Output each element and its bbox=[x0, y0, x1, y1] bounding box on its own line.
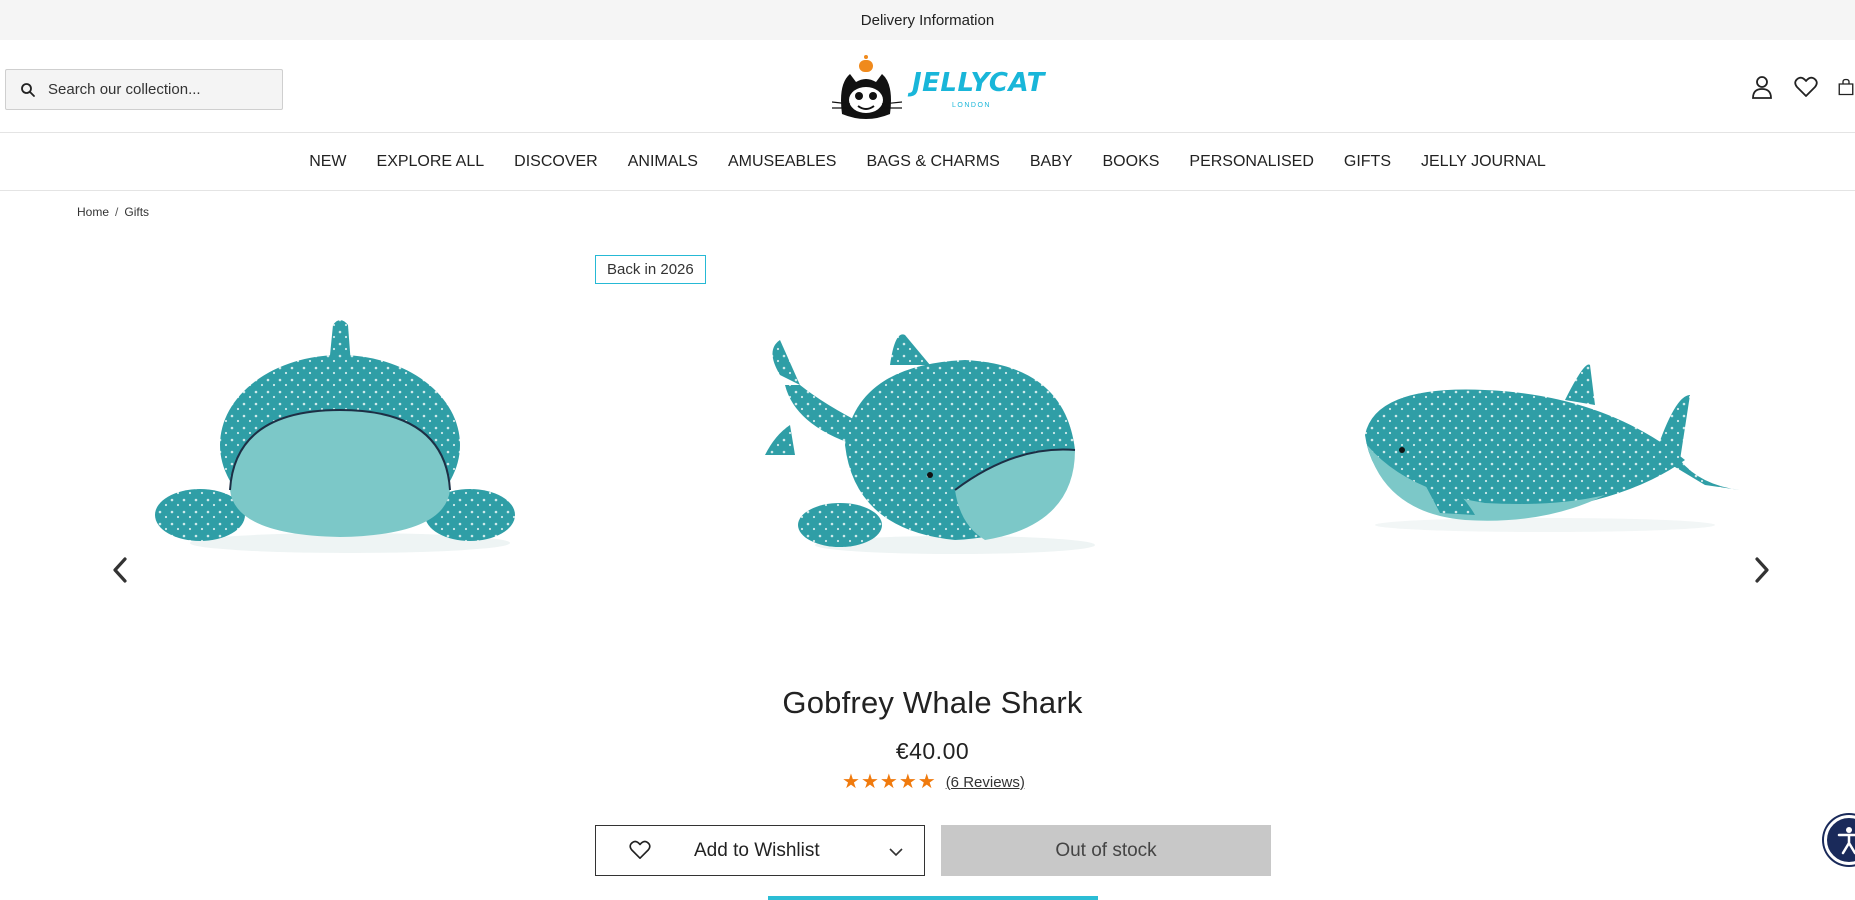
site-header: JELLYCAT LONDON bbox=[0, 40, 1855, 133]
product-image-front[interactable] bbox=[145, 245, 555, 585]
search-icon[interactable] bbox=[20, 82, 36, 98]
wishlist-heart-icon[interactable] bbox=[1793, 74, 1819, 100]
accent-bar bbox=[768, 896, 1098, 900]
availability-badge: Back in 2026 bbox=[595, 255, 706, 284]
breadcrumb-separator: / bbox=[115, 205, 119, 219]
nav-item-discover[interactable]: DISCOVER bbox=[499, 153, 613, 171]
nav-item-explore-all[interactable]: EXPLORE ALL bbox=[362, 153, 500, 171]
nav-item-gifts[interactable]: GIFTS bbox=[1329, 153, 1406, 171]
search-input[interactable] bbox=[48, 81, 278, 98]
star-icon: ★ bbox=[879, 771, 898, 793]
heart-icon bbox=[629, 840, 651, 865]
nav-item-amuseables[interactable]: AMUSEABLES bbox=[713, 153, 851, 171]
breadcrumb: Home / Gifts bbox=[77, 205, 149, 219]
rating-stars: ★ ★ ★ ★ ★ bbox=[842, 772, 936, 792]
accessibility-button[interactable] bbox=[1824, 815, 1855, 865]
cat-logo-icon bbox=[832, 55, 903, 119]
product-image-side[interactable] bbox=[1345, 245, 1755, 585]
star-icon: ★ bbox=[860, 771, 879, 793]
product-rating: ★ ★ ★ ★ ★ (6 Reviews) bbox=[842, 772, 1025, 792]
breadcrumb-current[interactable]: Gifts bbox=[124, 205, 149, 219]
logo-wordmark: JELLYCAT bbox=[912, 68, 1045, 98]
out-of-stock-button[interactable]: Out of stock bbox=[941, 825, 1271, 876]
nav-item-personalised[interactable]: PERSONALISED bbox=[1174, 153, 1328, 171]
product-image-angled[interactable] bbox=[745, 245, 1155, 585]
header-actions bbox=[1749, 74, 1855, 100]
star-icon: ★ bbox=[842, 771, 860, 793]
breadcrumb-home[interactable]: Home bbox=[77, 205, 109, 219]
reviews-link[interactable]: (6 Reviews) bbox=[946, 774, 1025, 791]
product-price: €40.00 bbox=[895, 738, 970, 764]
nav-item-new[interactable]: NEW bbox=[294, 153, 361, 171]
delivery-info-bar[interactable]: Delivery Information bbox=[0, 0, 1855, 40]
product-gallery bbox=[0, 245, 1855, 605]
accessibility-icon bbox=[1837, 827, 1855, 855]
nav-item-books[interactable]: BOOKS bbox=[1088, 153, 1175, 171]
main-navigation: NEW EXPLORE ALL DISCOVER ANIMALS AMUSEAB… bbox=[0, 134, 1855, 191]
wishlist-label: Add to Wishlist bbox=[694, 840, 820, 861]
gallery-next-button[interactable] bbox=[1747, 555, 1777, 585]
add-to-wishlist-button[interactable]: Add to Wishlist bbox=[595, 825, 925, 876]
search-box[interactable] bbox=[5, 69, 283, 110]
account-icon[interactable] bbox=[1749, 74, 1775, 100]
gallery-prev-button[interactable] bbox=[105, 555, 135, 585]
nav-item-jelly-journal[interactable]: JELLY JOURNAL bbox=[1406, 153, 1561, 171]
delivery-info-link[interactable]: Delivery Information bbox=[861, 12, 994, 29]
chevron-left-icon bbox=[113, 557, 127, 583]
star-icon: ★ bbox=[898, 771, 917, 793]
logo-subtext: LONDON bbox=[952, 102, 991, 109]
chevron-down-icon[interactable] bbox=[889, 844, 903, 862]
nav-item-bags-charms[interactable]: BAGS & CHARMS bbox=[851, 153, 1014, 171]
star-icon: ★ bbox=[917, 771, 936, 793]
cart-bag-icon[interactable] bbox=[1837, 74, 1855, 100]
chevron-right-icon bbox=[1755, 557, 1769, 583]
jellycat-logo[interactable]: JELLYCAT LONDON bbox=[832, 50, 1044, 126]
nav-item-baby[interactable]: BABY bbox=[1015, 153, 1088, 171]
product-title: Gobfrey Whale Shark bbox=[782, 685, 1083, 720]
nav-item-animals[interactable]: ANIMALS bbox=[613, 153, 713, 171]
